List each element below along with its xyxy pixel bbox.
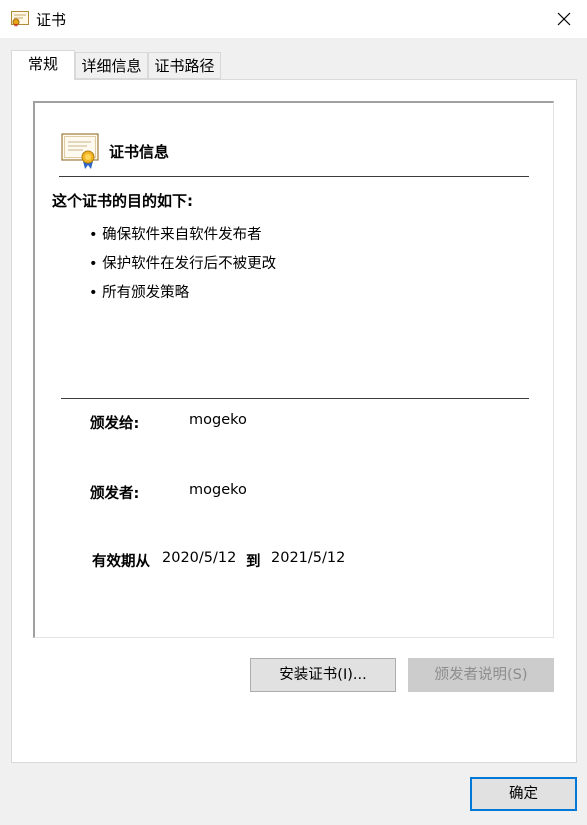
- tab-certification-path[interactable]: 证书路径: [148, 52, 221, 79]
- close-icon: [557, 12, 571, 26]
- purpose-item: 确保软件来自软件发布者: [89, 223, 276, 252]
- valid-to-value: 2021/5/12: [271, 550, 346, 566]
- details-divider: [61, 398, 529, 399]
- issued-to-value: mogeko: [189, 412, 247, 428]
- tab-general[interactable]: 常规: [11, 50, 75, 80]
- window-title: 证书: [36, 11, 67, 29]
- valid-from-value: 2020/5/12: [162, 550, 237, 566]
- install-certificate-button[interactable]: 安装证书(I)...: [250, 658, 396, 692]
- issuer-statement-button[interactable]: 颁发者说明(S): [408, 658, 554, 692]
- purpose-list: 确保软件来自软件发布者 保护软件在发行后不被更改 所有颁发策略: [89, 223, 276, 310]
- purpose-item: 保护软件在发行后不被更改: [89, 252, 276, 281]
- certificate-ribbon-icon: [61, 133, 99, 169]
- certificate-icon: [11, 11, 29, 27]
- ok-button[interactable]: 确定: [470, 777, 577, 811]
- tab-details[interactable]: 详细信息: [75, 52, 148, 79]
- tab-panel-general: 证书信息 这个证书的目的如下: 确保软件来自软件发布者 保护软件在发行后不被更改…: [11, 79, 577, 763]
- purpose-title: 这个证书的目的如下:: [52, 192, 193, 210]
- purpose-item: 所有颁发策略: [89, 281, 276, 310]
- issued-to-label: 颁发给:: [90, 416, 140, 432]
- issued-by-value: mogeko: [189, 482, 247, 498]
- valid-to-label: 到: [246, 554, 261, 570]
- issued-by-label: 颁发者:: [90, 486, 140, 502]
- info-header: 证书信息: [109, 143, 170, 161]
- close-button[interactable]: [541, 0, 587, 38]
- valid-from-label: 有效期从: [92, 554, 150, 570]
- title-bar: 证书: [0, 0, 587, 38]
- header-divider: [59, 176, 529, 177]
- certificate-info-box: 证书信息 这个证书的目的如下: 确保软件来自软件发布者 保护软件在发行后不被更改…: [33, 101, 554, 638]
